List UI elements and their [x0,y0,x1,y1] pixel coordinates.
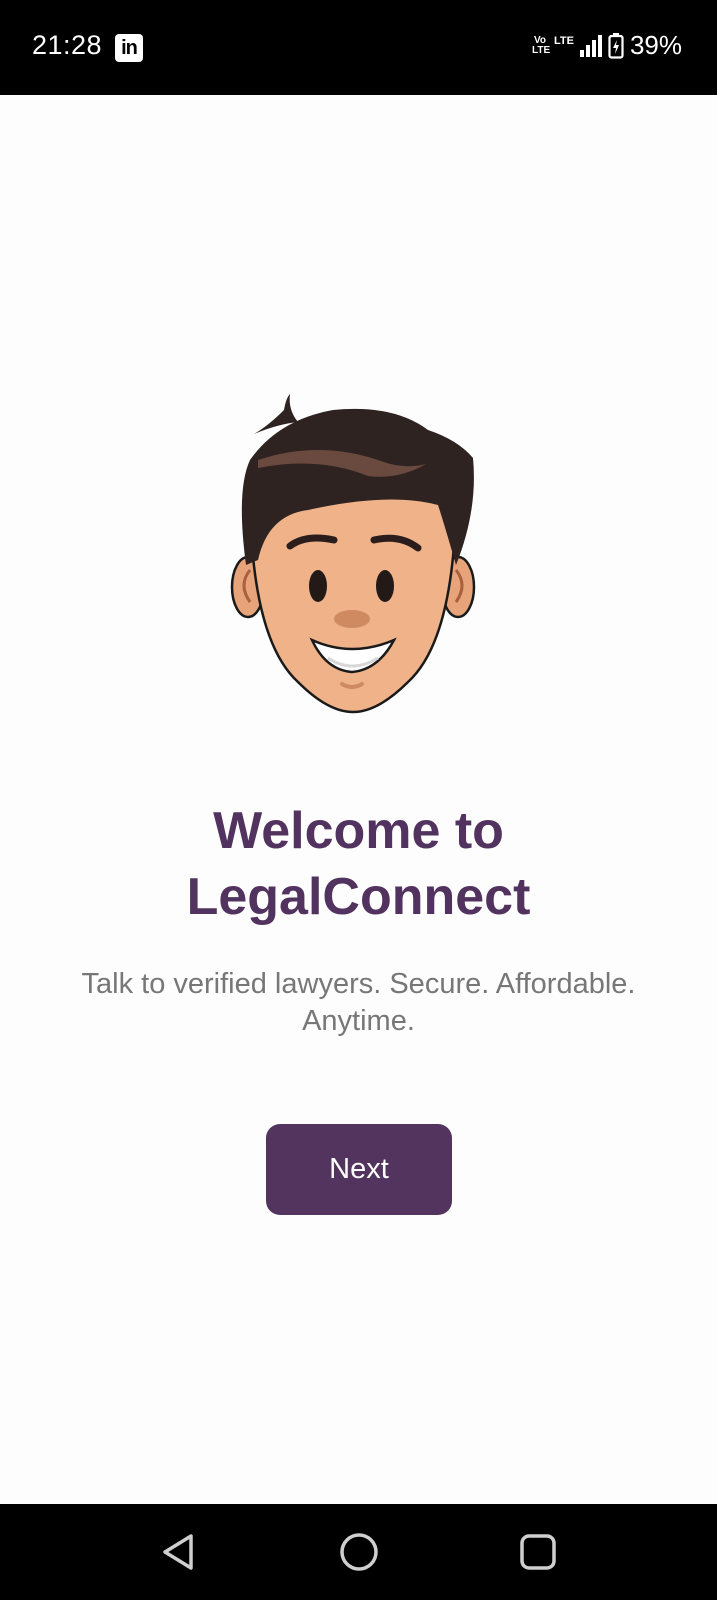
volte-icon: Vo LTE [531,34,551,56]
smiling-face-illustration [230,394,476,714]
system-navigation-bar [0,1504,717,1600]
status-time: 21:28 [32,30,103,60]
battery-percent: 39% [629,30,682,60]
signal-strength-icon [579,34,602,57]
welcome-screen: 21:28 in Vo LTE LTE 39% Welcome to Legal… [0,0,717,1600]
linkedin-icon: in [115,34,143,62]
lte-icon: LTE [553,34,574,47]
battery-charging-icon [608,32,624,59]
welcome-title: Welcome to LegalConnect [0,798,717,930]
recents-square-icon[interactable] [516,1530,560,1574]
status-indicators: Vo LTE LTE 39% [532,30,682,61]
back-triangle-icon[interactable] [157,1530,201,1574]
title-line-2: LegalConnect [186,868,531,926]
home-circle-icon[interactable] [337,1530,381,1574]
title-line-1: Welcome to [213,802,504,860]
status-bar: 21:28 in Vo LTE LTE 39% [0,0,717,95]
next-button[interactable]: Next [266,1124,452,1215]
welcome-subtitle: Talk to verified lawyers. Secure. Afford… [81,968,636,1037]
